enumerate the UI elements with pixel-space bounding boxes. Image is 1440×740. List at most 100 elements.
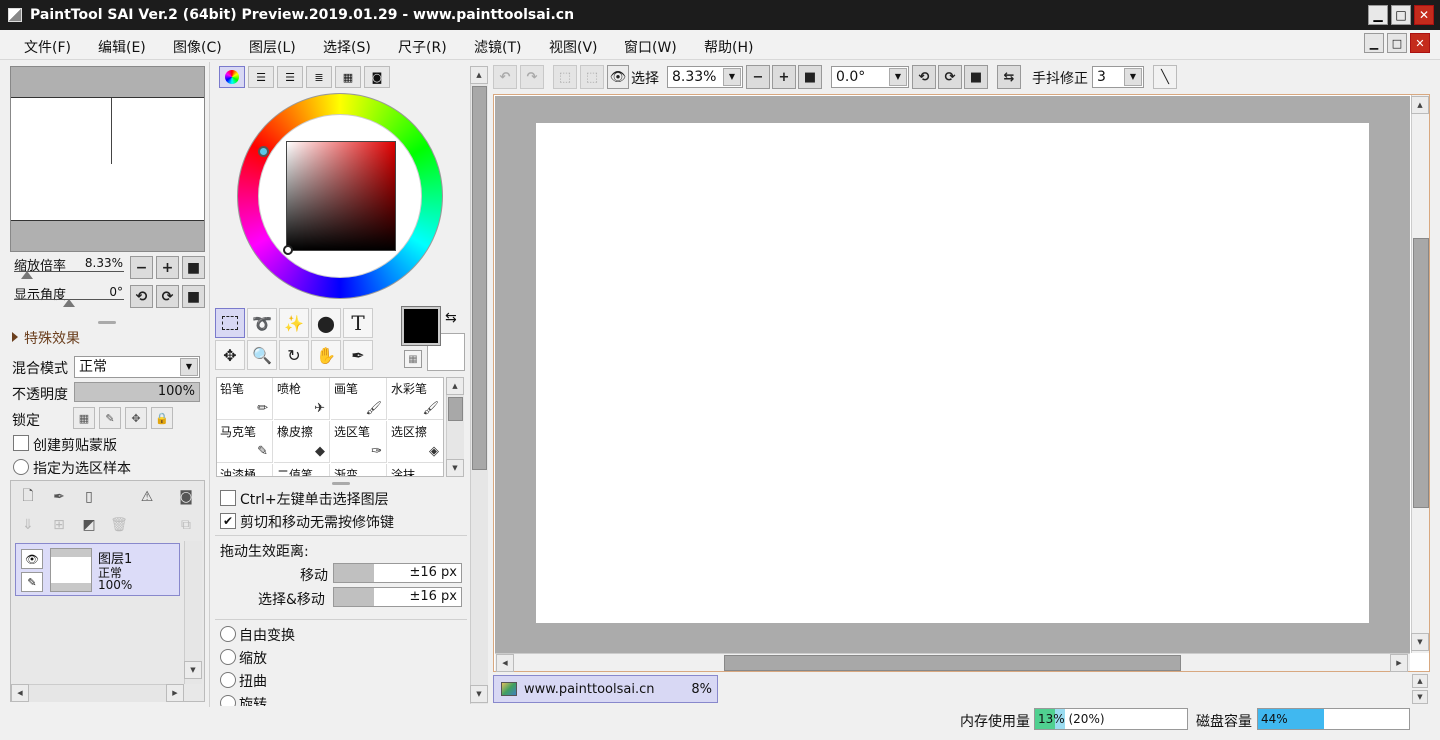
menu-filter[interactable]: 滤镜(T) [474, 37, 521, 57]
add-layer-icon[interactable]: ⊞ [50, 516, 68, 534]
zoom-slider-thumb[interactable] [21, 271, 34, 279]
marquee-tool[interactable] [215, 308, 245, 338]
canvas-view[interactable]: ▲ ▼ ◀ ▶ [493, 94, 1430, 672]
deselect-button[interactable]: ⬚ [553, 65, 577, 89]
toolbar-rotate-reset-button[interactable]: ■ [964, 65, 988, 89]
angle-slider-thumb[interactable] [63, 299, 75, 307]
canvas-vscroll-thumb[interactable] [1413, 238, 1429, 508]
layer-row[interactable]: 👁 ✎ 图层1 正常 100% [15, 543, 180, 596]
toolbar-rotate-right-button[interactable]: ⟳ [938, 65, 962, 89]
brush-smudge[interactable]: 涂抹 [388, 464, 443, 476]
rotate-tool[interactable]: ↻ [279, 340, 309, 370]
swap-colors-icon[interactable]: ⇆ [445, 310, 457, 326]
scroll-up-icon[interactable]: ▲ [446, 377, 464, 395]
zoom-select[interactable]: 8.33% ▼ [667, 66, 743, 88]
brush-binary-pen[interactable]: 二值笔 [274, 464, 330, 476]
minimize-button[interactable]: ▁ [1368, 5, 1388, 25]
brush-selection-pen[interactable]: 选区笔 ✑ [331, 421, 387, 463]
swatches-tab[interactable]: ▦ [335, 66, 361, 88]
canvas-background[interactable] [495, 96, 1410, 653]
scroll-left-icon[interactable]: ◀ [496, 654, 514, 672]
merge-down-icon[interactable]: ⇓ [19, 516, 37, 534]
free-transform-radio[interactable] [220, 626, 236, 642]
opacity-slider[interactable]: 100% [74, 382, 200, 402]
menu-ruler[interactable]: 尺子(R) [398, 37, 447, 57]
clipping-mask-checkbox[interactable] [13, 435, 29, 451]
cut-move-checkbox[interactable]: ✔ [220, 513, 236, 529]
menu-help[interactable]: 帮助(H) [704, 37, 753, 57]
document-tab[interactable]: www.painttoolsai.cn 8% [493, 675, 718, 703]
close-button[interactable]: ✕ [1414, 5, 1434, 25]
magic-wand-tool[interactable]: ✨ [279, 308, 309, 338]
doc-minimize-button[interactable]: ▁ [1364, 33, 1384, 53]
brush-pencil[interactable]: 铅笔 ✏ [217, 378, 273, 420]
scroll-down-icon[interactable]: ▼ [184, 661, 202, 679]
scale-radio[interactable] [220, 649, 236, 665]
hsv-slider-tab[interactable]: ☰ [277, 66, 303, 88]
scroll-down-icon[interactable]: ▼ [470, 685, 488, 703]
menu-file[interactable]: 文件(F) [24, 37, 71, 57]
brush-gradient[interactable]: 渐变 [331, 464, 387, 476]
zoom-in-button[interactable]: + [156, 256, 179, 279]
selection-source-radio[interactable] [13, 459, 29, 475]
scroll-left-icon[interactable]: ◀ [11, 684, 29, 702]
doc-close-button[interactable]: ✕ [1410, 33, 1430, 53]
show-selection-eye-icon[interactable]: 👁 [607, 65, 629, 89]
delete-layer-icon[interactable]: 🗑 [110, 516, 128, 534]
visibility-eye-icon[interactable]: 👁 [21, 549, 43, 569]
lasso-tool[interactable]: ➰ [247, 308, 277, 338]
menu-select[interactable]: 选择(S) [323, 37, 371, 57]
redo-button[interactable]: ↷ [520, 65, 544, 89]
layer-list-hscrollbar[interactable]: ◀ ▶ [11, 684, 184, 702]
brush-eraser[interactable]: 橡皮擦 ◆ [274, 421, 330, 463]
eyedropper-tool[interactable]: ✒ [343, 340, 373, 370]
brush-marker[interactable]: 马克笔 ✎ [217, 421, 273, 463]
brush-selection-eraser[interactable]: 选区擦 ◈ [388, 421, 443, 463]
toolbar-zoom-reset-button[interactable]: ■ [798, 65, 822, 89]
scroll-down-icon[interactable]: ▼ [446, 459, 464, 477]
canvas-hscrollbar[interactable]: ◀ ▶ [495, 653, 1410, 672]
stabilizer-select[interactable]: 3 ▼ [1092, 66, 1144, 88]
new-folder-icon[interactable]: ▯ [80, 488, 98, 506]
lock-move-button[interactable]: ✥ [125, 407, 147, 429]
scratchpad-tab[interactable]: ◙ [364, 66, 390, 88]
rotate-right-button[interactable]: ⟳ [156, 285, 179, 308]
doc-restore-button[interactable]: □ [1387, 33, 1407, 53]
saturation-value-square[interactable] [286, 141, 396, 251]
effects-header[interactable]: 特殊效果 [12, 328, 80, 348]
new-vector-layer-icon[interactable]: ✒ [50, 488, 68, 506]
zoom-out-button[interactable]: − [130, 256, 153, 279]
scroll-right-icon[interactable]: ▶ [166, 684, 184, 702]
toolbar-zoom-in-button[interactable]: + [772, 65, 796, 89]
lock-transparency-button[interactable]: ▦ [73, 407, 95, 429]
rgb-slider-tab[interactable]: ☰ [248, 66, 274, 88]
tab-scroll-up-icon[interactable]: ▲ [1412, 674, 1428, 688]
brush-bucket[interactable]: 油漆桶 [217, 464, 273, 476]
rotate-left-button[interactable]: ⟲ [130, 285, 153, 308]
canvas-vscrollbar[interactable]: ▲ ▼ [1411, 95, 1429, 653]
apply-mask-icon[interactable]: ⧉ [177, 516, 195, 534]
angle-select[interactable]: 0.0° ▼ [831, 66, 909, 88]
straight-line-button[interactable]: ╲ [1153, 65, 1177, 89]
layer-list-scrollbar[interactable]: ▼ [184, 541, 202, 684]
select-move-field[interactable]: ±16 px [333, 587, 462, 607]
middle-scroll-thumb[interactable] [472, 86, 487, 470]
scroll-up-icon[interactable]: ▲ [470, 66, 488, 84]
brush-scroll-thumb[interactable] [448, 397, 463, 421]
menu-edit[interactable]: 编辑(E) [98, 37, 146, 57]
toolbar-zoom-out-button[interactable]: − [746, 65, 770, 89]
layer-mask-icon[interactable]: ◙ [177, 488, 195, 506]
menu-window[interactable]: 窗口(W) [624, 37, 677, 57]
scroll-right-icon[interactable]: ▶ [1390, 654, 1408, 672]
lock-all-button[interactable]: 🔒 [151, 407, 173, 429]
hand-tool[interactable]: ✋ [311, 340, 341, 370]
color-list-tab[interactable]: ≣ [306, 66, 332, 88]
canvas-hscroll-thumb[interactable] [724, 655, 1181, 671]
zoom-reset-button[interactable]: ■ [182, 256, 205, 279]
tab-scroll-down-icon[interactable]: ▼ [1412, 690, 1428, 704]
canvas-page[interactable] [536, 123, 1369, 623]
brush-watercolor[interactable]: 水彩笔 🖌 [388, 378, 443, 420]
shape-tool[interactable]: ⬤ [311, 308, 341, 338]
rotate-radio[interactable] [220, 695, 236, 706]
lock-paint-button[interactable]: ✎ [99, 407, 121, 429]
